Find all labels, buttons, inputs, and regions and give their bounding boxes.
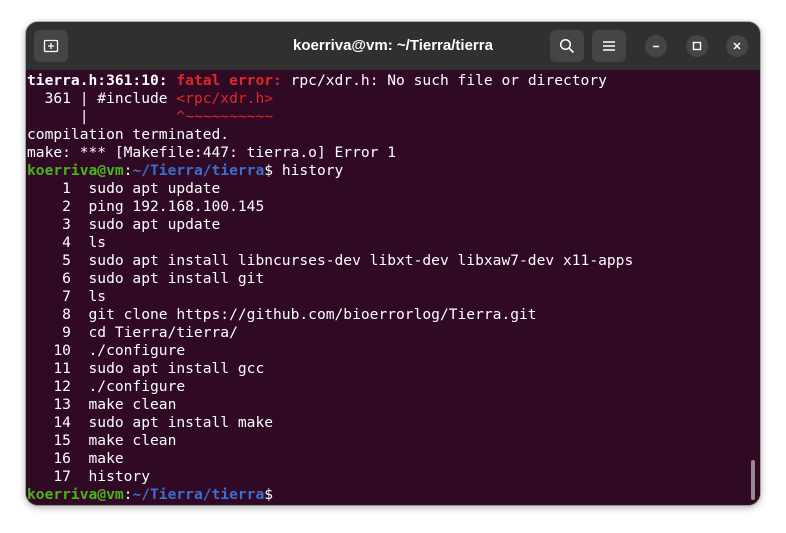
prompt-line: koerriva@vm:~/Tierra/tierra$ history [27, 162, 343, 180]
new-tab-button[interactable] [34, 30, 68, 62]
titlebar: koerriva@vm: ~/Tierra/tierra [26, 22, 760, 70]
error-location: tierra.h:361:10: [27, 72, 168, 89]
close-icon [733, 42, 741, 50]
current-prompt-line: koerriva@vm:~/Tierra/tierra$ [27, 486, 273, 504]
caret-prefix: | [27, 108, 177, 125]
new-tab-icon [43, 39, 59, 53]
prompt-user-host: koerriva@vm [27, 162, 124, 179]
error-label: fatal error: [176, 72, 282, 89]
caret-marker: ^~~~~~~~~~~ [176, 108, 274, 125]
typed-command: history [273, 162, 344, 179]
history-entry: 12 ./configure [27, 378, 186, 395]
minimize-icon [653, 45, 659, 48]
close-button[interactable] [726, 35, 748, 57]
error-message: rpc/xdr.h: No such file or directory [281, 72, 607, 89]
maximize-button[interactable] [686, 35, 708, 57]
history-entry: 16 make [27, 450, 124, 467]
search-icon [559, 38, 575, 54]
history-entry: 5 sudo apt install libncurses-dev libxt-… [27, 252, 634, 269]
history-entry: 3 sudo apt update [27, 216, 221, 233]
menu-button[interactable] [592, 30, 626, 62]
prompt-dollar: $ [264, 162, 274, 179]
maximize-icon [692, 41, 702, 51]
compilation-terminated-line: compilation terminated. [27, 126, 230, 143]
make-error-line: make: *** [Makefile:447: tierra.o] Error… [27, 144, 397, 161]
history-entry: 11 sudo apt install gcc [27, 360, 265, 377]
history-entry: 9 cd Tierra/tierra/ [27, 324, 238, 341]
hamburger-menu-icon [603, 41, 615, 51]
error-line: tierra.h:361:10: fatal error: rpc/xdr.h:… [27, 72, 607, 90]
history-entry: 13 make clean [27, 396, 177, 413]
minimize-button[interactable] [645, 35, 667, 57]
caret-line: | ^~~~~~~~~~~ [27, 108, 273, 126]
prompt-user-host: koerriva@vm [27, 486, 124, 503]
history-entry: 10 ./configure [27, 342, 186, 359]
include-highlight: <rpc/xdr.h> [176, 90, 274, 107]
history-entry: 6 sudo apt install git [27, 270, 265, 287]
prompt-path: ~/Tierra/tierra [132, 486, 265, 503]
include-prefix: 361 | #include [27, 90, 177, 107]
terminal-window: koerriva@vm: ~/Tierra/tierra tierra.h:36… [26, 22, 760, 505]
history-entry: 1 sudo apt update [27, 180, 221, 197]
history-entry: 2 ping 192.168.100.145 [27, 198, 265, 215]
prompt-path: ~/Tierra/tierra [132, 162, 265, 179]
terminal-output[interactable]: tierra.h:361:10: fatal error: rpc/xdr.h:… [26, 70, 760, 505]
history-entry: 8 git clone https://github.com/bioerrorl… [27, 306, 537, 323]
history-entry: 4 ls [27, 234, 107, 251]
history-entry: 15 make clean [27, 432, 177, 449]
scrollbar-thumb[interactable] [751, 460, 755, 500]
history-entry: 7 ls [27, 288, 107, 305]
history-entry: 14 sudo apt install make [27, 414, 274, 431]
include-line: 361 | #include <rpc/xdr.h> [27, 90, 273, 108]
search-button[interactable] [550, 30, 584, 62]
prompt-dollar: $ [264, 486, 274, 503]
history-entry: 17 history [27, 468, 151, 485]
